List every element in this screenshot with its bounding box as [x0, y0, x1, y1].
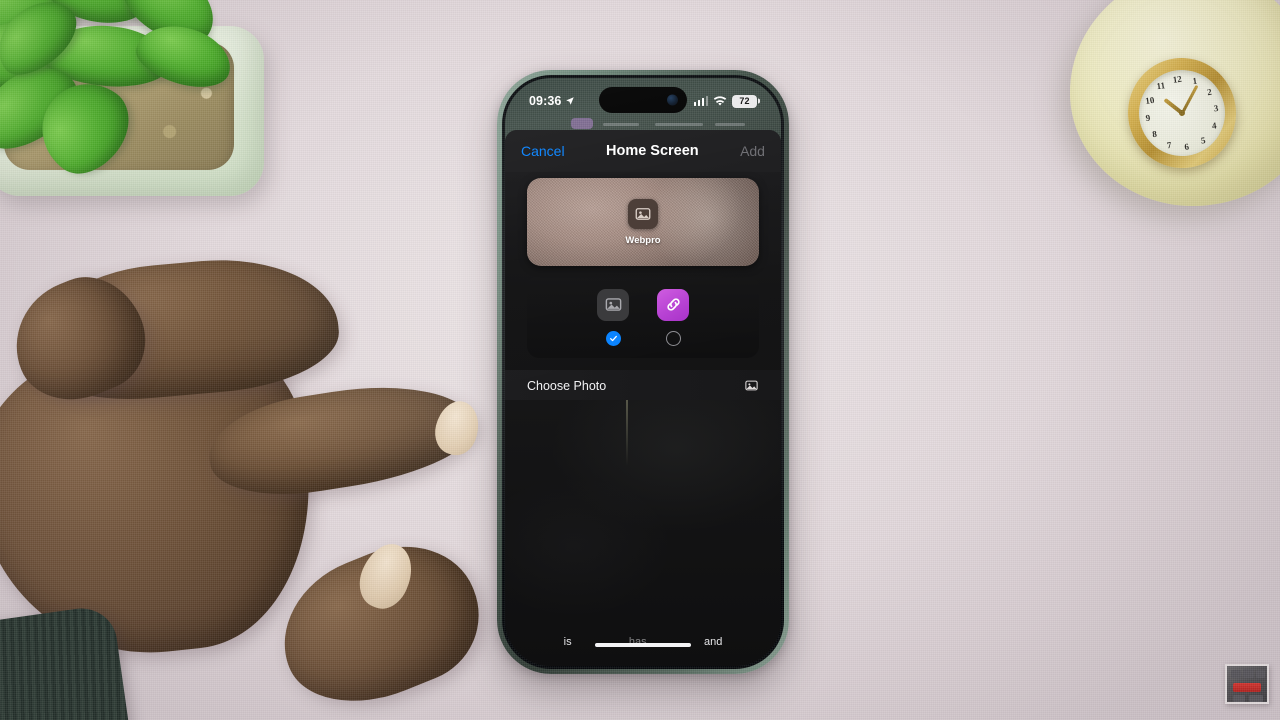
predictive-word[interactable]: is [564, 636, 572, 648]
page-title: Home Screen [605, 143, 699, 159]
clock-numeral: 5 [1200, 135, 1207, 146]
menu-item-choose-photo[interactable]: Choose Photo [505, 370, 781, 401]
battery-level-label: 72 [739, 95, 750, 106]
pointing-hand [0, 249, 510, 720]
wallpaper-app-icon [571, 118, 593, 129]
status-bar-left: 09:36 [529, 94, 575, 108]
clock-numeral: 9 [1145, 112, 1151, 124]
sheet-nav-bar: Cancel Home Screen Add [505, 130, 781, 172]
widget-preview-section: Webpro [505, 172, 781, 266]
status-bar-right: 72 [693, 94, 757, 108]
clock-numeral: 8 [1151, 128, 1158, 140]
icon-chooser [527, 276, 759, 358]
icon-option-link[interactable] [657, 288, 689, 346]
cancel-button[interactable]: Cancel [521, 143, 565, 159]
clock-center-pin [1178, 109, 1186, 117]
icon-chooser-section [505, 266, 781, 358]
phone-screen[interactable]: 09:36 72 Cancel Home Screen Add Webpro C… [505, 78, 781, 666]
screen-reflection [626, 400, 629, 466]
scene-photograph: 12 1 2 3 4 5 6 7 8 9 10 11 09:36 72 Canc… [0, 0, 1280, 720]
keyboard-key [1243, 669, 1254, 678]
clock-face: 12 1 2 3 4 5 6 7 8 9 10 11 [1133, 64, 1231, 162]
photo-icon [745, 380, 758, 391]
predictive-word[interactable]: and [704, 636, 722, 648]
clock-numeral: 12 [1172, 73, 1183, 85]
icon-option-photo[interactable] [597, 288, 629, 346]
sheet-empty-area [505, 400, 781, 666]
add-button[interactable]: Add [740, 143, 765, 159]
clock-numeral: 7 [1166, 139, 1173, 151]
widget-preview-label: Webpro [625, 234, 661, 246]
wallpaper-text-line [715, 123, 745, 126]
keyboard-key [1249, 695, 1263, 702]
menu-item-label: Choose Photo [527, 378, 607, 393]
clock-numeral: 4 [1211, 120, 1218, 132]
succulent-plant [0, 0, 286, 196]
wifi-icon [713, 95, 727, 106]
cellular-bars-icon [693, 96, 708, 106]
status-bar: 09:36 72 [505, 90, 781, 112]
widget-setup-sheet: Cancel Home Screen Add Webpro Choose Pho… [505, 130, 781, 666]
link-icon[interactable] [657, 288, 689, 321]
iphone-device: 09:36 72 Cancel Home Screen Add Webpro C… [497, 70, 789, 674]
clock-numeral: 10 [1144, 94, 1155, 106]
keyboard-key [1231, 670, 1241, 678]
keyboard-predictive-bar: is has and [505, 632, 781, 652]
status-time: 09:36 [529, 94, 562, 108]
photo-icon[interactable] [597, 288, 629, 321]
wallpaper-text-line [655, 123, 703, 126]
home-indicator[interactable] [595, 643, 691, 647]
phone-bezel: 09:36 72 Cancel Home Screen Add Webpro C… [502, 75, 784, 669]
photo-icon [628, 198, 658, 229]
battery-indicator: 72 [732, 94, 757, 108]
clock-numeral: 11 [1155, 80, 1166, 92]
clock-numeral: 2 [1206, 86, 1213, 98]
keyboard-key [1256, 670, 1265, 678]
clock-numeral: 6 [1183, 141, 1190, 153]
keyboard-red-key [1233, 683, 1261, 692]
wallpaper-text-line [603, 123, 639, 126]
radio-selected-photo[interactable] [605, 330, 621, 346]
radio-unselected-link[interactable] [665, 330, 681, 346]
clock-numeral: 3 [1213, 102, 1219, 114]
keyboard-key [1233, 695, 1245, 702]
preview-glare [649, 178, 759, 266]
location-arrow-icon [566, 97, 575, 105]
widget-preview-card[interactable]: Webpro [527, 178, 759, 266]
keyboard-photo [1225, 664, 1269, 704]
